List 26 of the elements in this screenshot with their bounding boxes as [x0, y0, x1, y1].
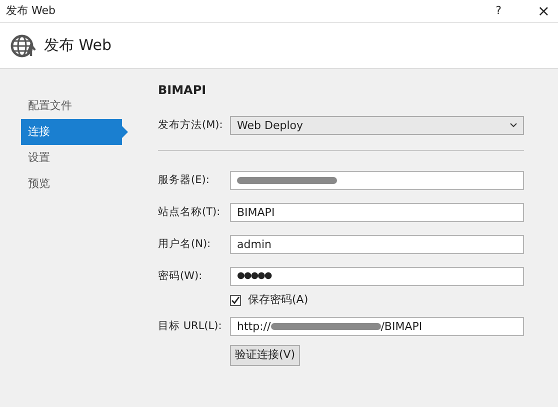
field-label: 目标 URL(L): — [158, 318, 223, 334]
profile-name: BIMAPI — [158, 82, 208, 99]
server-field[interactable] — [230, 171, 524, 190]
checkbox-label: 保存密码(A) — [248, 292, 308, 308]
help-button[interactable]: ? — [496, 2, 502, 20]
close-button[interactable]: × — [537, 0, 550, 22]
publish-method-dropdown[interactable]: Web Deploy — [230, 116, 524, 135]
text-field[interactable]: BIMAPI — [230, 203, 524, 222]
sidebar-item[interactable]: 预览 — [21, 171, 122, 197]
field-label: 站点名称(T): — [158, 204, 222, 220]
sidebar-item[interactable]: 设置 — [21, 145, 122, 171]
chevron-icon — [510, 123, 517, 128]
dialog-heading: 发布 Web — [44, 35, 112, 56]
text-field[interactable]: admin — [230, 235, 524, 254]
save-password-checkbox[interactable] — [230, 294, 241, 306]
password-field[interactable]: ●●●●● — [230, 267, 524, 286]
field-label: 发布方法(M): — [158, 118, 224, 133]
target-url-field[interactable]: http:// /BIMAPI — [230, 317, 524, 336]
field-label: 用户名(N): — [158, 236, 212, 252]
globe-upload-icon — [10, 32, 36, 58]
validate-connection-button[interactable]: 验证连接(V) — [230, 345, 300, 366]
sidebar-item[interactable]: 配置文件 — [21, 93, 122, 119]
field-label: 密码(W): — [158, 268, 204, 284]
sidebar-item[interactable]: 连接 — [21, 119, 128, 145]
window-title: 发布 Web — [6, 2, 56, 19]
field-label: 服务器(E): — [158, 172, 210, 188]
